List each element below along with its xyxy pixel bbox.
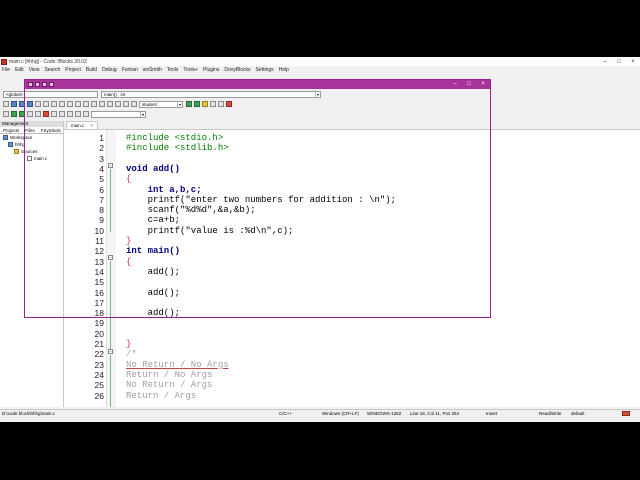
- menu-edit[interactable]: Edit: [15, 67, 24, 73]
- menu-view[interactable]: View: [29, 67, 40, 73]
- menu-debug[interactable]: Debug: [102, 67, 117, 73]
- minimize-button[interactable]: –: [598, 59, 612, 65]
- menu-tools-plus[interactable]: Tools+: [183, 67, 198, 73]
- menu-search[interactable]: Search: [44, 67, 60, 73]
- new-file-icon[interactable]: [3, 101, 9, 107]
- menu-tools[interactable]: Tools: [167, 67, 179, 73]
- scope-combo-value: <global>: [6, 91, 24, 97]
- build-icon[interactable]: [11, 111, 17, 117]
- line-number: 25: [94, 380, 104, 391]
- window-controls: – □ ×: [598, 59, 640, 65]
- status-file-path: D:\code block\hhhg\main.c: [2, 411, 56, 416]
- workspace-icon: [3, 135, 8, 140]
- status-eol: Windows (CR+LF): [322, 411, 359, 416]
- codeblocks-app-icon: [1, 58, 7, 65]
- line-text: Return / Args: [126, 390, 197, 401]
- code-line: 26 Return / Args: [64, 391, 640, 401]
- undo-icon: [42, 82, 47, 87]
- status-encoding: WINDOWS-1252: [367, 411, 402, 416]
- floating-minimize-button[interactable]: –: [448, 80, 462, 89]
- code-line: 24 Return / No Args: [64, 370, 640, 380]
- line-number: 20: [94, 328, 104, 339]
- menu-doxyblocks[interactable]: DoxyBlocks: [224, 67, 250, 73]
- menu-file[interactable]: File: [2, 67, 10, 73]
- code-line: 25 No Return / Args: [64, 380, 640, 390]
- code-line: 22 /*: [64, 349, 640, 359]
- status-insert-mode: Insert: [486, 411, 498, 416]
- line-text: Return / No Args: [126, 369, 213, 380]
- status-bar: D:\code block\hhhg\main.c C/C++ Windows …: [0, 409, 640, 417]
- menu-plugins[interactable]: Plugins: [203, 67, 219, 73]
- menu-project[interactable]: Project: [65, 67, 81, 73]
- app-icon: [28, 82, 33, 87]
- screen: main.c [hhhg] - Code::Blocks 20.03 – □ ×…: [0, 57, 640, 422]
- status-cursor-position: Line 18, Col 11, Pos 254: [410, 411, 459, 416]
- window-title: main.c [hhhg] - Code::Blocks 20.03: [9, 58, 87, 65]
- status-error-icon: [622, 411, 630, 416]
- save-icon: [35, 82, 40, 87]
- maximize-button[interactable]: □: [612, 59, 626, 65]
- line-number: 19: [94, 318, 104, 329]
- project-icon: [8, 142, 13, 147]
- line-number: 21: [94, 339, 104, 349]
- floating-close-button[interactable]: ×: [476, 80, 490, 89]
- menu-bar: File Edit View Search Project Build Debu…: [0, 66, 640, 74]
- line-text: }: [126, 339, 132, 349]
- code-line: 21}: [64, 339, 640, 349]
- code-line: 23 No Return / No Args: [64, 360, 640, 370]
- line-number: 23: [94, 359, 104, 370]
- status-language: C/C++: [279, 411, 293, 416]
- menu-build[interactable]: Build: [86, 67, 97, 73]
- status-theme: default: [571, 411, 585, 416]
- line-number: 26: [94, 390, 104, 401]
- line-text: No Return / No Args: [126, 359, 229, 370]
- code-line: 20: [64, 329, 640, 339]
- close-button[interactable]: ×: [626, 59, 640, 65]
- menu-help[interactable]: Help: [279, 67, 289, 73]
- line-text: /*: [126, 349, 137, 360]
- menu-fortran[interactable]: Fortran: [122, 67, 138, 73]
- code-line: 19: [64, 318, 640, 328]
- open-icon[interactable]: [11, 101, 17, 107]
- line-text: No Return / Args: [126, 380, 213, 391]
- line-number: 22: [94, 349, 104, 360]
- floating-maximize-button[interactable]: □: [462, 80, 476, 89]
- status-access: Read/Write: [539, 411, 562, 416]
- redo-icon: [49, 82, 54, 87]
- tab-projects[interactable]: Projects: [0, 127, 22, 133]
- floating-window: – □ ×: [24, 79, 491, 318]
- title-bar: main.c [hhhg] - Code::Blocks 20.03 – □ ×: [0, 57, 640, 66]
- settings-gear-icon[interactable]: [3, 111, 9, 117]
- menu-settings[interactable]: Settings: [256, 67, 274, 73]
- floating-window-controls: – □ ×: [448, 80, 490, 89]
- menu-wxsmith[interactable]: wxSmith: [143, 67, 162, 73]
- folder-icon: [14, 149, 19, 154]
- line-number: 24: [94, 369, 104, 380]
- floating-window-titlebar[interactable]: – □ ×: [25, 80, 490, 89]
- floating-window-icons: [28, 82, 56, 87]
